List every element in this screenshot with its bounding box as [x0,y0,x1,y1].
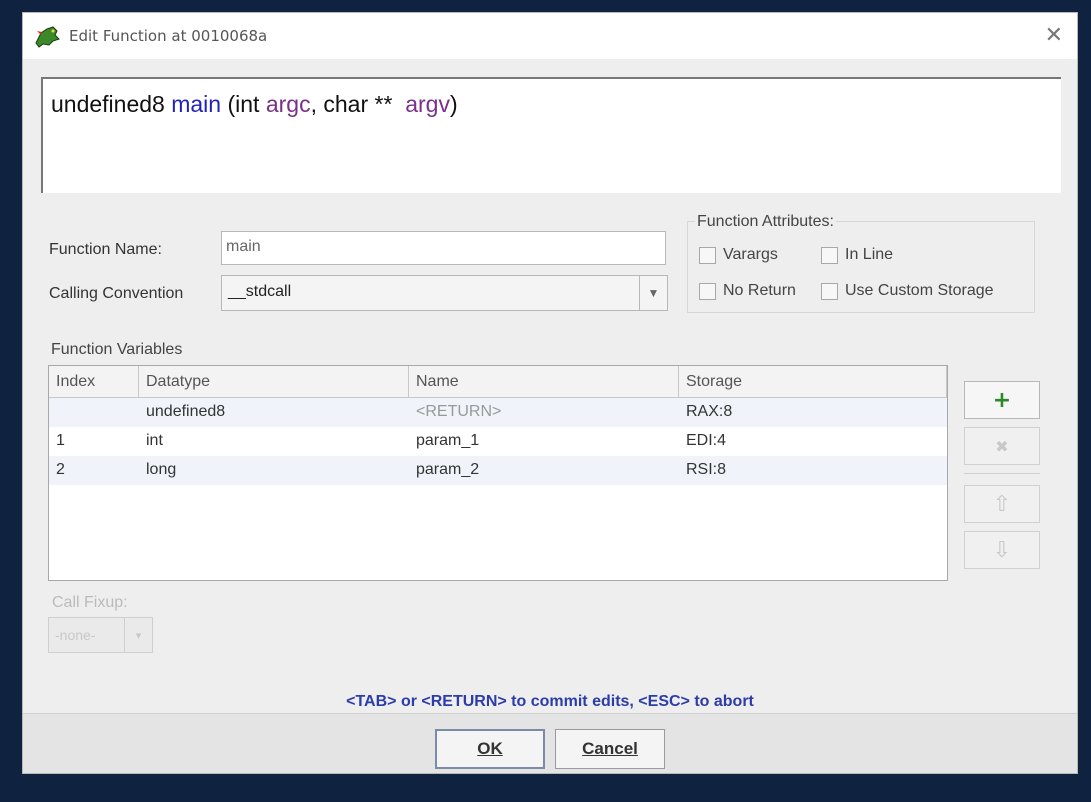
call-fixup-label: Call Fixup: [52,594,128,611]
table-row[interactable]: 1 int param_1 EDI:4 [49,427,947,456]
signature-open-paren: ( [227,91,236,117]
ok-label: OK [477,739,503,758]
table-header: Index Datatype Name Storage [49,366,947,398]
cell-index[interactable] [49,398,139,427]
call-fixup-select[interactable]: -none- ▾ [48,617,153,653]
arrow-down-icon: ⇩ [992,537,1012,563]
signature-return-type: undefined8 [51,91,165,117]
column-header-index[interactable]: Index [49,366,139,397]
no-return-label: No Return [723,282,796,299]
custom-storage-checkbox[interactable]: Use Custom Storage [821,282,994,300]
arrow-up-icon: ⇧ [992,491,1012,517]
button-bar [23,713,1077,773]
window-title: Edit Function at 0010068a [69,27,268,45]
cell-datatype[interactable]: int [139,427,409,456]
add-variable-button[interactable]: + [964,381,1040,419]
divider [964,473,1040,474]
function-variables-table[interactable]: Index Datatype Name Storage undefined8 <… [48,365,948,581]
inline-checkbox[interactable]: In Line [821,246,893,264]
signature-separator: , [310,91,324,117]
signature-param2-type: char ** [323,91,393,117]
remove-icon: ✖ [995,436,1009,456]
calling-convention-value: __stdcall [228,283,292,300]
close-icon[interactable]: ✕ [1045,23,1063,48]
calling-convention-select[interactable]: __stdcall ▼ [221,275,668,311]
cell-index[interactable]: 2 [49,456,139,485]
cancel-button[interactable]: Cancel [555,729,665,769]
function-name-field[interactable]: main [221,231,666,265]
no-return-checkbox[interactable]: No Return [699,282,796,300]
signature-function-name: main [171,91,222,117]
signature-close-paren: ) [449,91,458,117]
signature-param1-type: int [235,91,260,117]
varargs-label: Varargs [723,246,778,263]
column-header-datatype[interactable]: Datatype [139,366,409,397]
cell-storage[interactable]: EDI:4 [679,427,947,456]
signature-param1-name: argc [265,91,311,117]
cell-index[interactable]: 1 [49,427,139,456]
edit-function-dialog: Edit Function at 0010068a ✕ undefined8 m… [22,12,1078,774]
signature-editor[interactable]: undefined8 main (int argc, char ** argv) [41,77,1061,193]
function-variables-label: Function Variables [51,341,183,358]
move-down-button[interactable]: ⇩ [964,531,1040,569]
column-header-name[interactable]: Name [409,366,679,397]
call-fixup-value: -none- [55,627,96,643]
plus-icon: + [992,387,1012,413]
ok-button[interactable]: OK [435,729,545,769]
remove-variable-button[interactable]: ✖ [964,427,1040,465]
column-header-storage[interactable]: Storage [679,366,947,397]
custom-storage-label: Use Custom Storage [845,282,994,299]
table-row[interactable]: 2 long param_2 RSI:8 [49,456,947,485]
dragon-icon [35,26,60,48]
cell-name[interactable]: <RETURN> [409,398,679,427]
table-row[interactable]: undefined8 <RETURN> RAX:8 [49,398,947,427]
checkbox-box[interactable] [699,282,716,300]
cell-storage[interactable]: RAX:8 [679,398,947,427]
inline-label: In Line [845,246,894,263]
signature-param2-name: argv [405,91,450,117]
function-attributes-title: Function Attributes: [695,213,836,231]
cell-name[interactable]: param_2 [409,456,679,485]
checkbox-box[interactable] [821,246,838,264]
function-name-label: Function Name: [49,241,162,258]
chevron-down-icon[interactable]: ▾ [124,618,152,652]
chevron-down-icon[interactable]: ▼ [639,276,667,310]
cancel-label: Cancel [582,739,638,758]
varargs-checkbox[interactable]: Varargs [699,246,778,264]
checkbox-box[interactable] [699,246,716,264]
cell-storage[interactable]: RSI:8 [679,456,947,485]
calling-convention-label: Calling Convention [49,285,184,302]
edit-hint: <TAB> or <RETURN> to commit edits, <ESC>… [346,693,754,710]
checkbox-box[interactable] [821,282,838,300]
move-up-button[interactable]: ⇧ [964,485,1040,523]
title-bar: Edit Function at 0010068a ✕ [23,13,1077,59]
cell-datatype[interactable]: long [139,456,409,485]
cell-name[interactable]: param_1 [409,427,679,456]
cell-datatype[interactable]: undefined8 [139,398,409,427]
